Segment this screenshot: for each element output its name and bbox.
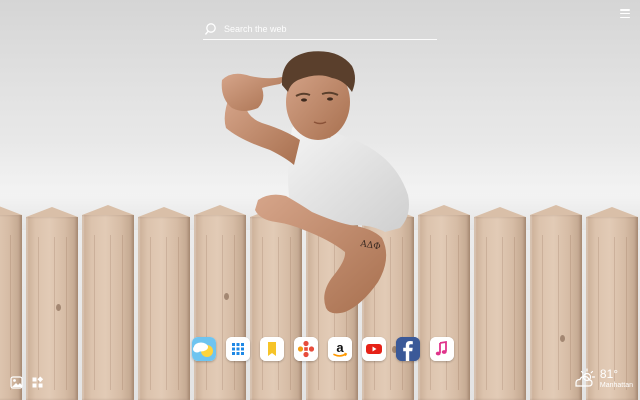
weather-location: Manhattan (599, 381, 633, 389)
amazon-button[interactable]: a (328, 337, 352, 361)
app-dock: a (192, 337, 454, 361)
bottom-tools (10, 376, 44, 389)
youtube-icon (362, 337, 386, 361)
search-bar[interactable] (203, 19, 437, 40)
weather-text: 81° Manhattan (600, 368, 633, 389)
wallpaper-icon (10, 376, 23, 389)
widgets-button[interactable] (31, 376, 44, 389)
search-icon (205, 23, 216, 35)
weather-widget[interactable]: 81° Manhattan (571, 367, 633, 389)
games-button[interactable] (294, 337, 318, 361)
svg-text:a: a (336, 340, 344, 355)
weather-app-button[interactable] (192, 337, 216, 361)
bookmark-icon (260, 337, 284, 361)
youtube-button[interactable] (362, 337, 386, 361)
grid-icon (226, 337, 250, 361)
weather-temperature: 81° (599, 366, 619, 381)
facebook-button[interactable] (396, 337, 420, 361)
menu-line (620, 12, 630, 15)
amazon-icon: a (328, 337, 352, 361)
wallpaper-button[interactable] (10, 376, 23, 389)
weather-icon (192, 337, 216, 361)
music-icon (430, 337, 454, 361)
widgets-icon (32, 376, 44, 388)
apps-grid-button[interactable] (226, 337, 250, 361)
partly-cloudy-icon (575, 368, 596, 387)
bookmarks-button[interactable] (260, 337, 284, 361)
menu-line (620, 16, 630, 18)
music-button[interactable] (430, 337, 454, 361)
new-tab-page: ΑΔΦ Search the web a 81° Manhattan (0, 0, 640, 400)
menu-button[interactable] (620, 9, 630, 18)
menu-line (620, 9, 630, 11)
gamepad-icon (294, 337, 318, 361)
search-input[interactable] (224, 24, 437, 34)
facebook-icon (396, 337, 420, 361)
